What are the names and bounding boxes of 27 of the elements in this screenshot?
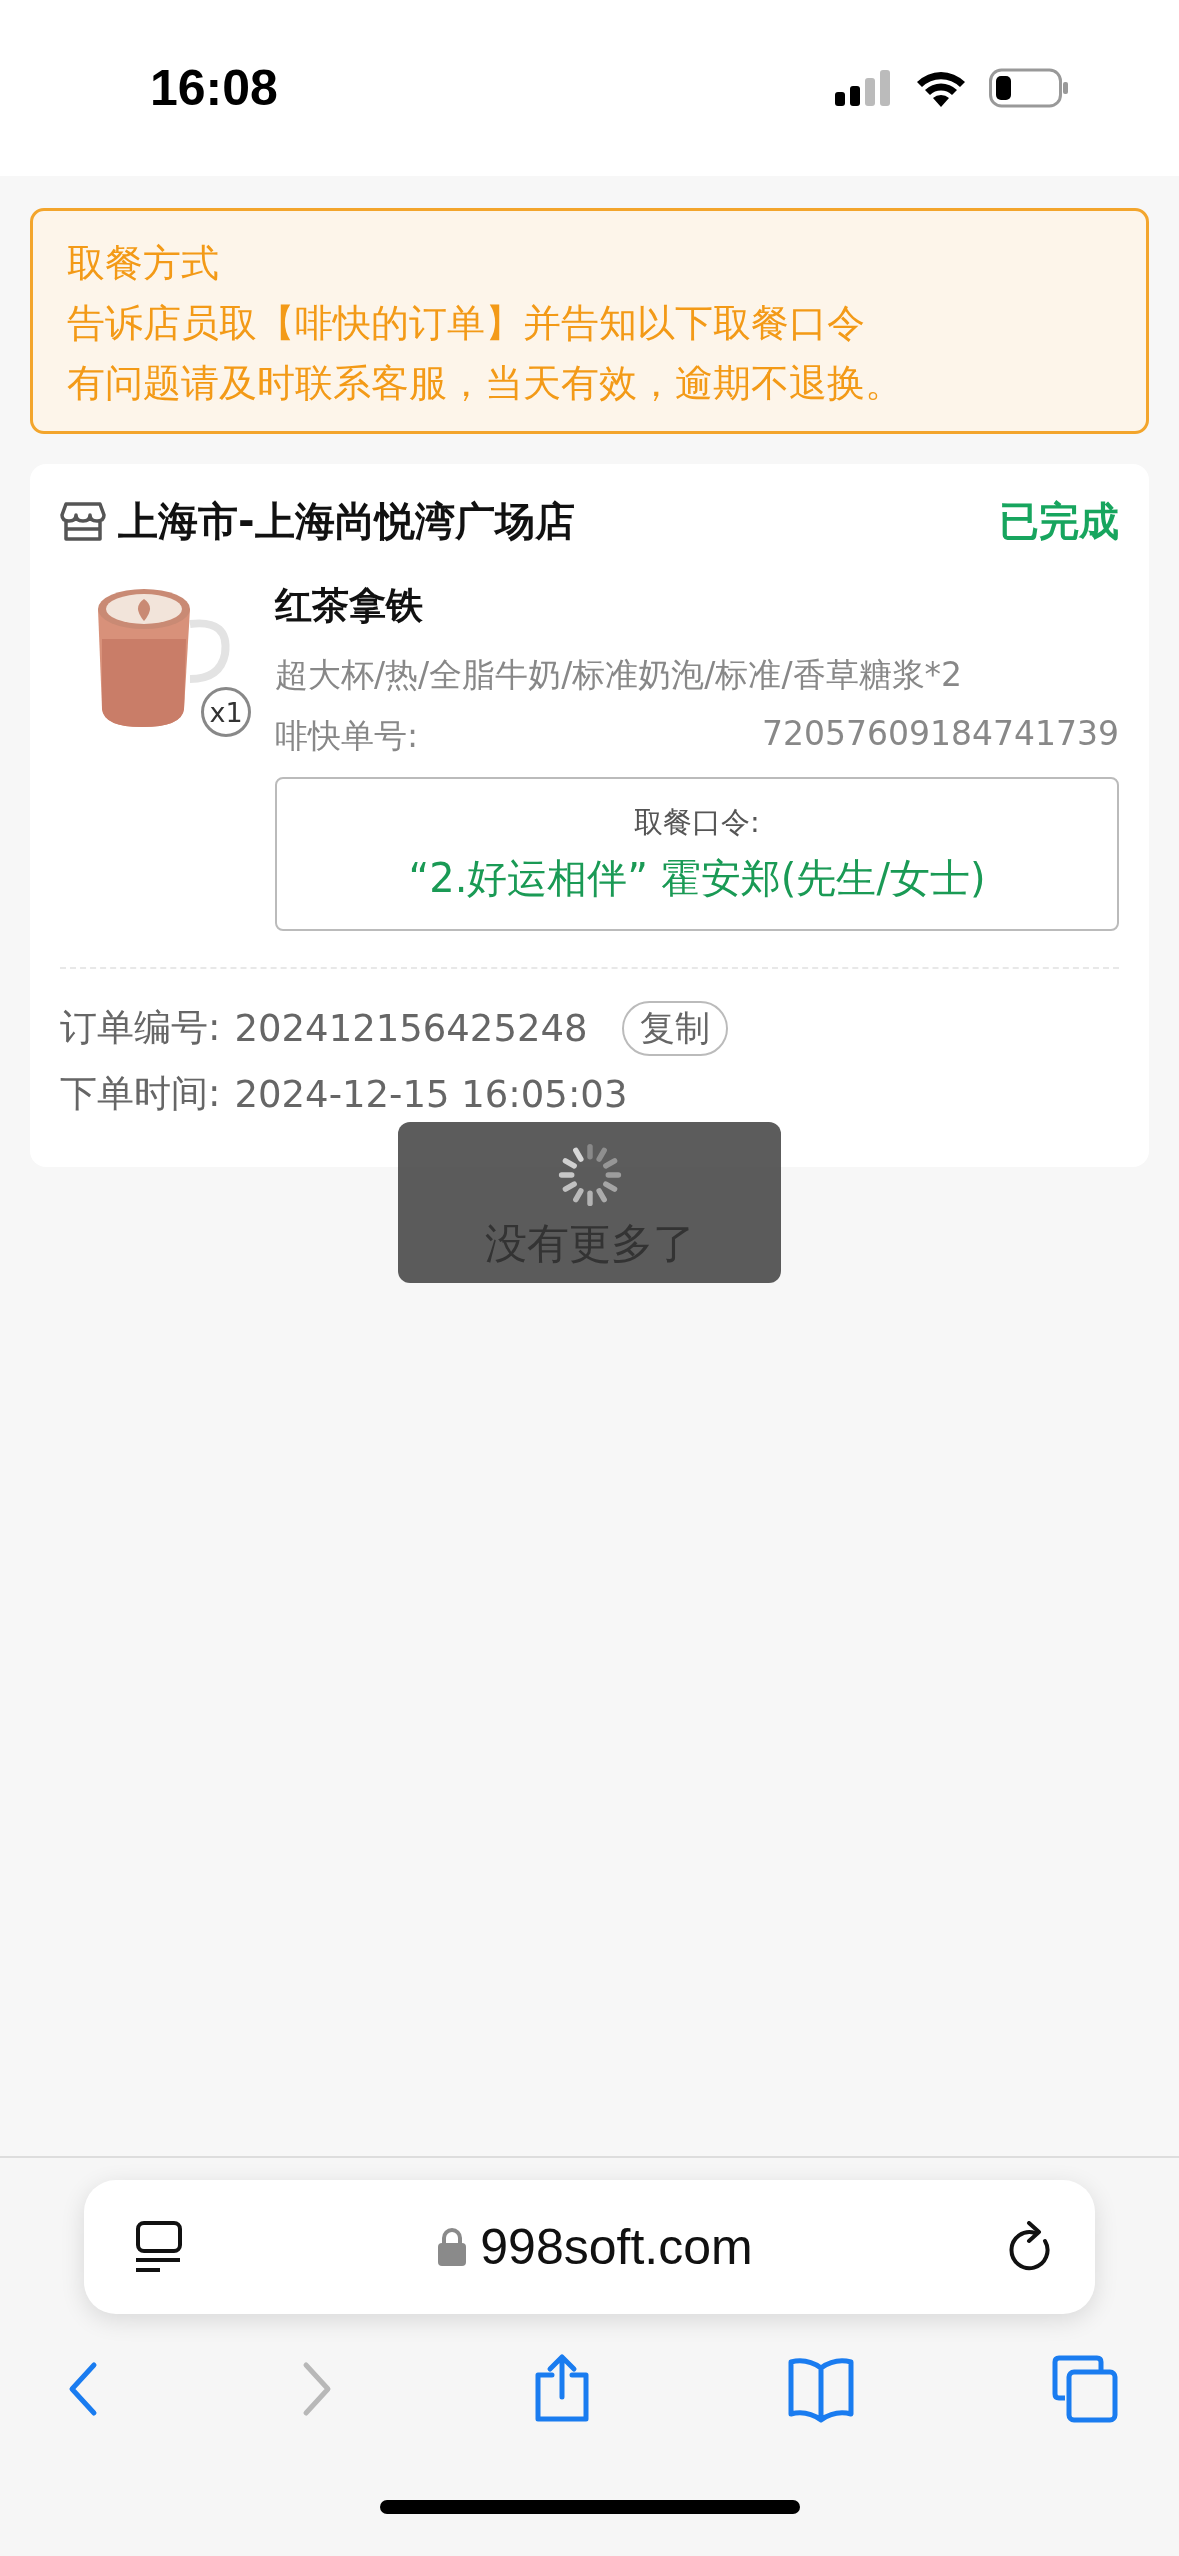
store-icon [60,500,106,543]
store-name: 上海市-上海尚悦湾广场店 [118,497,575,546]
url-text: 998soft.com [480,2218,753,2276]
notice-text: 告诉店员取【啡快的订单】并告知以下取餐口令 [67,300,866,347]
order-status: 已完成 [999,497,1119,546]
pickup-label: 取餐口令: [634,803,760,841]
notice-text: 有问题请及时联系客服，当天有效，逾期不退换。 [67,360,904,407]
product-options: 超大杯/热/全脂牛奶/标准奶泡/标准/香草糖浆*2 [275,653,1119,698]
quantity-badge: x1 [201,687,251,737]
order-code-label: 啡快单号: [275,715,419,757]
signal-icon [835,70,893,106]
reader-icon[interactable] [134,2220,184,2274]
order-code: 72057609184741739 [762,714,1119,755]
order-number-label: 订单编号: [60,1005,221,1051]
clock-time: 16:08 [150,59,278,117]
lock-icon [438,2228,467,2266]
battery-icon [989,68,1069,108]
order-time: 2024-12-15 16:05:03 [234,1072,628,1116]
order-number: 202412156425248 [234,1006,588,1050]
notice-title: 取餐方式 [67,240,220,287]
product-name: 红茶拿铁 [275,583,424,629]
copy-button[interactable]: 复制 [621,1000,728,1056]
order-time-label: 下单时间: [60,1071,221,1117]
pickup-phrase: “2.好运相伴” 霍安郑(先生/女士) [408,853,986,903]
wifi-icon [915,69,967,107]
tabs-button[interactable] [1051,2354,1119,2424]
address-bar[interactable]: 998soft.com [84,2180,1095,2314]
